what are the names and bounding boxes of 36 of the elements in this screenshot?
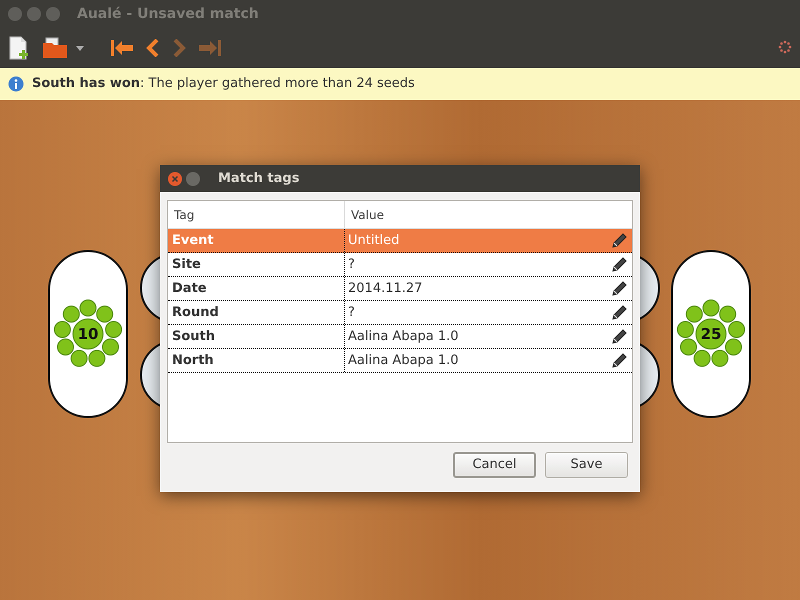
value-cell-text: Aalina Abapa 1.0 <box>347 352 460 370</box>
caret-icon[interactable] <box>76 46 84 50</box>
spinner-icon <box>778 40 792 54</box>
value-cell-text: 2014.11.27 <box>347 280 424 298</box>
seed-count: 10 <box>76 324 100 344</box>
column-header[interactable]: Tag <box>168 201 345 228</box>
value-cell-text: Untitled <box>347 232 400 250</box>
chevron-left-icon[interactable] <box>146 39 160 57</box>
table-row[interactable]: South Aalina Abapa 1.0 <box>168 325 632 349</box>
column-header[interactable]: Value <box>345 201 632 228</box>
table-row[interactable]: Round ? <box>168 301 632 325</box>
window-title: Aualé - Unsaved match <box>77 4 259 24</box>
seeds-drawing <box>675 298 747 370</box>
table-row[interactable]: Date 2014.11.27 <box>168 277 632 301</box>
close-button[interactable] <box>168 172 182 186</box>
folder-icon[interactable] <box>42 37 68 59</box>
tag-cell: Date <box>168 277 345 300</box>
value-cell-text: ? <box>347 304 356 322</box>
dialog-button[interactable]: Save <box>545 452 628 478</box>
seeds-drawing <box>52 298 124 370</box>
tag-cell: Site <box>168 253 345 276</box>
table-row[interactable]: North Aalina Abapa 1.0 <box>168 349 632 373</box>
table-row[interactable]: Site ? <box>168 253 632 277</box>
new-document-icon[interactable] <box>8 36 30 60</box>
value-cell-text: ? <box>347 256 356 274</box>
tag-cell: South <box>168 325 345 348</box>
dialog-button[interactable]: Cancel <box>453 452 536 478</box>
value-cell-text: Aalina Abapa 1.0 <box>347 328 460 346</box>
tag-cell: Event <box>168 229 345 252</box>
seed-count: 25 <box>700 324 722 344</box>
info-icon <box>8 76 24 92</box>
skip-first-icon[interactable] <box>110 39 134 57</box>
info-message: South has won: The player gathered more than 24 seeds <box>32 75 415 94</box>
tag-cell: North <box>168 349 345 372</box>
dialog-title: Match tags <box>218 170 300 188</box>
tag-cell: Round <box>168 301 345 324</box>
